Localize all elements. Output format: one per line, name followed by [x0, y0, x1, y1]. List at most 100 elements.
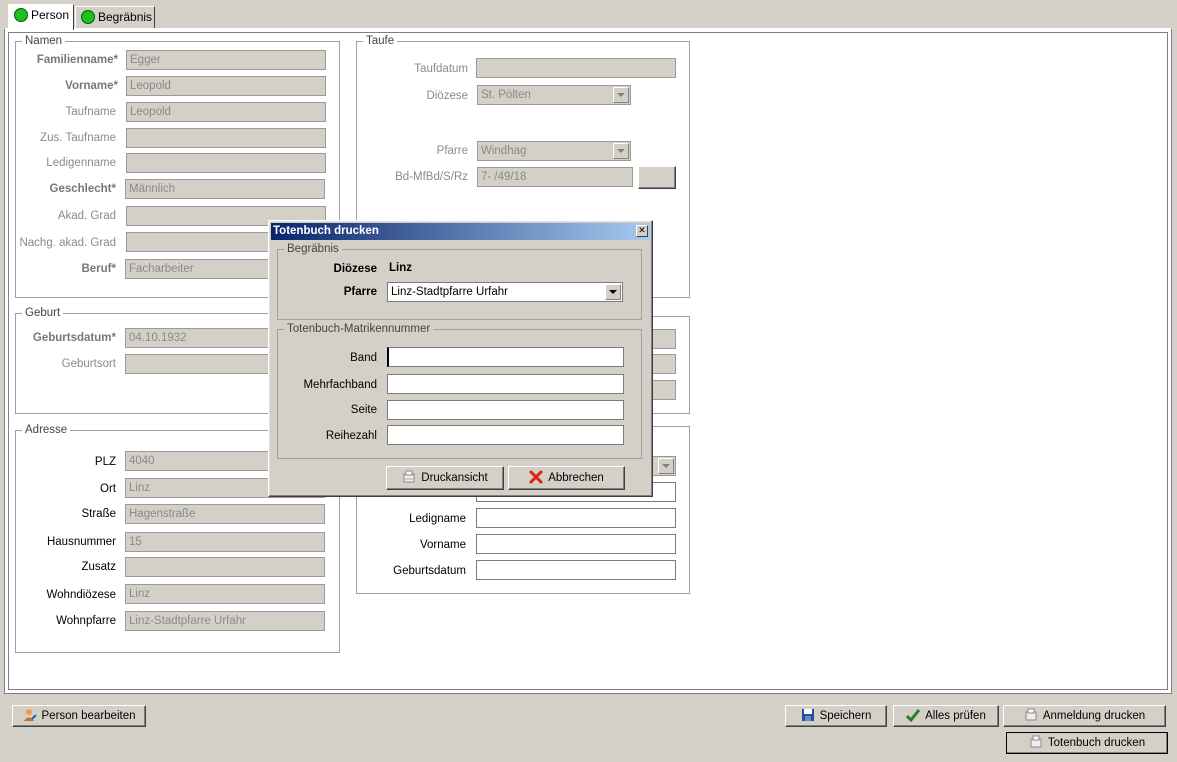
ledigenname-label: Ledigenname	[46, 157, 116, 169]
ledigname-field[interactable]	[476, 508, 676, 528]
abbrechen-label: Abbrechen	[548, 472, 604, 484]
dialog-title: Totenbuch drucken	[273, 225, 379, 237]
nachg-akad-grad-label: Nachg. akad. Grad	[19, 237, 116, 249]
dialog-dioezese-label: Diözese	[333, 263, 377, 275]
geburtsdatum-lower-label: Geburtsdatum	[393, 565, 466, 577]
seite-input[interactable]	[387, 400, 624, 420]
tab-begraebnis[interactable]: Begräbnis	[75, 6, 155, 28]
hausnummer-field[interactable]: 15	[125, 532, 325, 552]
alles-pruefen-label: Alles prüfen	[925, 710, 986, 722]
chevron-down-icon[interactable]	[605, 284, 621, 300]
dialog-dioezese-value: Linz	[389, 262, 412, 274]
dialog-pfarre-label: Pfarre	[343, 286, 377, 298]
plz-label: PLZ	[94, 456, 116, 468]
strasse-field[interactable]: Hagenstraße	[125, 504, 325, 524]
geschlecht-field[interactable]: Männlich	[125, 179, 325, 199]
tab-person-label: Person	[31, 8, 70, 22]
ledigenname-field[interactable]	[126, 153, 326, 173]
chevron-down-icon[interactable]	[658, 458, 674, 474]
print-icon	[1029, 735, 1043, 749]
person-edit-icon	[23, 708, 37, 722]
close-icon[interactable]: ✕	[636, 225, 648, 237]
familienname-field[interactable]: Egger	[126, 50, 326, 70]
dialog-pfarre-value: Linz-Stadtpfarre Urfahr	[391, 286, 508, 298]
geschlecht-label: Geschlecht*	[49, 183, 116, 195]
save-icon	[801, 708, 815, 722]
geburtsdatum-label: Geburtsdatum*	[32, 332, 116, 344]
wohnpfarre-label: Wohnpfarre	[56, 615, 116, 627]
strasse-label: Straße	[81, 508, 116, 520]
anmeldung-drucken-button[interactable]: Anmeldung drucken	[1003, 705, 1166, 727]
akad-grad-label: Akad. Grad	[57, 210, 116, 222]
speichern-button[interactable]: Speichern	[785, 705, 887, 727]
vorname-field[interactable]: Leopold	[126, 76, 326, 96]
geburtsort-label: Geburtsort	[61, 358, 116, 370]
reihezahl-input[interactable]	[387, 425, 624, 445]
zus-taufname-field[interactable]	[126, 128, 326, 148]
chevron-down-icon[interactable]	[613, 87, 629, 103]
totenbuch-dialog: Totenbuch drucken ✕ Begräbnis Diözese Li…	[268, 220, 653, 497]
taufe-dioezese-select[interactable]: St. Pölten	[477, 85, 631, 105]
dialog-pfarre-select[interactable]: Linz-Stadtpfarre Urfahr	[387, 282, 623, 302]
print-icon	[402, 470, 416, 484]
reihezahl-label: Reihezahl	[325, 430, 377, 442]
wohndioezese-label: Wohndiözese	[46, 589, 116, 601]
abbrechen-button[interactable]: Abbrechen	[508, 466, 625, 490]
geburt-legend: Geburt	[25, 307, 61, 319]
zus-taufname-label: Zus. Taufname	[40, 132, 116, 144]
begraebnis-legend: Begräbnis	[287, 243, 339, 255]
taufe-dioezese-value: St. Pölten	[481, 89, 531, 101]
geburtsdatum-lower-field[interactable]	[476, 560, 676, 580]
adresse-legend: Adresse	[25, 424, 68, 436]
taufdatum-field[interactable]	[476, 58, 676, 78]
zusatz-field[interactable]	[125, 557, 325, 577]
matrikel-legend: Totenbuch-Matrikennummer	[287, 323, 431, 335]
taufe-pfarre-value: Windhag	[481, 145, 527, 157]
status-ok-icon	[81, 10, 95, 24]
dialog-title-bar[interactable]: Totenbuch drucken ✕	[271, 223, 650, 240]
person-bearbeiten-label: Person bearbeiten	[41, 710, 136, 722]
vorname-lower-label: Vorname	[419, 539, 466, 551]
chevron-down-icon[interactable]	[613, 143, 629, 159]
status-ok-icon	[14, 8, 28, 22]
print-icon	[1024, 708, 1038, 722]
bd-label: Bd-MfBd/S/Rz	[395, 171, 468, 183]
wohnpfarre-field[interactable]: Linz-Stadtpfarre Urfahr	[125, 611, 325, 631]
ledigname-label: Ledigname	[409, 513, 466, 525]
taufname-label: Taufname	[65, 106, 116, 118]
anmeldung-drucken-label: Anmeldung drucken	[1042, 710, 1146, 722]
alles-pruefen-button[interactable]: Alles prüfen	[893, 705, 999, 727]
namen-legend: Namen	[25, 35, 63, 47]
tab-person[interactable]: Person	[8, 4, 74, 30]
band-label: Band	[350, 352, 377, 364]
cancel-x-icon	[529, 470, 543, 484]
speichern-label: Speichern	[819, 710, 872, 722]
druckansicht-button[interactable]: Druckansicht	[386, 466, 504, 490]
familienname-label: Familienname*	[36, 54, 118, 66]
taufe-pfarre-select[interactable]: Windhag	[477, 141, 631, 161]
taufe-dioezese-label: Diözese	[426, 90, 468, 102]
seite-label: Seite	[350, 404, 377, 416]
mehrfachband-input[interactable]	[387, 374, 624, 394]
vorname-lower-field[interactable]	[476, 534, 676, 554]
taufe-legend: Taufe	[366, 35, 395, 47]
taufname-field[interactable]: Leopold	[126, 102, 326, 122]
band-input[interactable]	[387, 347, 624, 367]
mehrfachband-label: Mehrfachband	[303, 379, 377, 391]
wohndioezese-field[interactable]: Linz	[125, 584, 325, 604]
vorname-label: Vorname*	[65, 80, 118, 92]
bd-lookup-button[interactable]	[638, 166, 676, 189]
totenbuch-drucken-button[interactable]: Totenbuch drucken	[1006, 732, 1168, 754]
person-bearbeiten-button[interactable]: Person bearbeiten	[12, 705, 146, 727]
totenbuch-drucken-label: Totenbuch drucken	[1047, 737, 1146, 749]
taufdatum-label: Taufdatum	[414, 63, 468, 75]
druckansicht-label: Druckansicht	[421, 472, 488, 484]
checkmark-icon	[906, 708, 921, 723]
taufe-pfarre-label: Pfarre	[436, 145, 468, 157]
hausnummer-label: Hausnummer	[46, 536, 116, 548]
bd-field[interactable]: 7- /49/18	[477, 167, 633, 187]
ort-label: Ort	[100, 483, 116, 495]
beruf-label: Beruf*	[81, 263, 116, 275]
tab-begraebnis-label: Begräbnis	[98, 10, 153, 24]
zusatz-label: Zusatz	[81, 561, 116, 573]
